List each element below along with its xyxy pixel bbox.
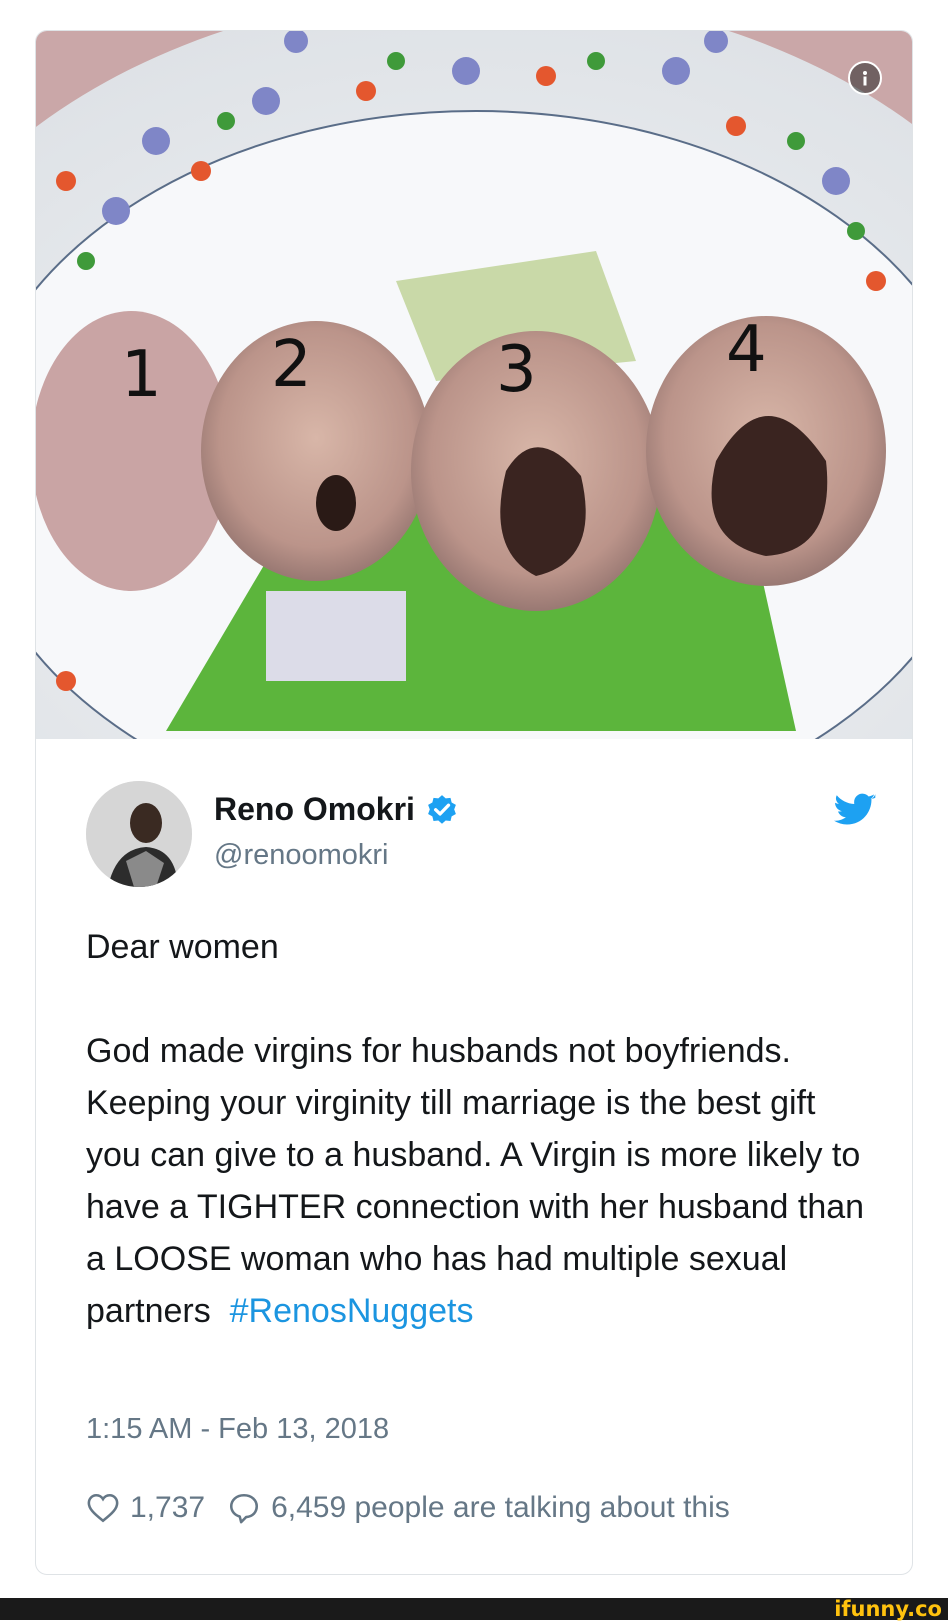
- tweet-photo[interactable]: 1 2 3 4: [36, 31, 912, 739]
- user-handle[interactable]: @renoomokri: [214, 839, 389, 872]
- comment-bubble-icon: [230, 1493, 259, 1524]
- slice-label-4: 4: [726, 313, 767, 387]
- tweet-header: Reno Omokri @renoomokri: [86, 781, 876, 891]
- slice-label-1: 1: [121, 338, 162, 412]
- hashtag-link[interactable]: #RenosNuggets: [230, 1292, 474, 1330]
- tweet-body: Dear women God made virgins for husbands…: [86, 928, 865, 1330]
- tweet-actions: 1,737 6,459 people are talking about thi…: [86, 1491, 752, 1525]
- tweet-text: Dear women God made virgins for husbands…: [86, 921, 866, 1337]
- heart-icon: [87, 1493, 119, 1523]
- reply-button[interactable]: 6,459 people are talking about this: [227, 1491, 730, 1525]
- author-name-row[interactable]: Reno Omokri: [214, 791, 459, 828]
- slice-label-2: 2: [271, 328, 312, 402]
- tweet-timestamp[interactable]: 1:15 AM - Feb 13, 2018: [86, 1413, 389, 1446]
- watermark-logo: ifunny.co: [834, 1597, 942, 1621]
- slice-label-3: 3: [496, 333, 537, 407]
- fish-on-plate-image: 1 2 3 4: [36, 31, 912, 739]
- conversation-count-text: 6,459 people are talking about this: [271, 1491, 730, 1524]
- info-icon[interactable]: [848, 61, 882, 95]
- twitter-bird-icon[interactable]: [834, 793, 876, 829]
- watermark-bar: ifunny.co: [0, 1598, 948, 1620]
- tweet-card: 1 2 3 4 Reno Omokri @renoomokri Dear wom…: [35, 30, 913, 1575]
- display-name[interactable]: Reno Omokri: [214, 791, 415, 828]
- like-button[interactable]: 1,737: [86, 1491, 205, 1525]
- verified-badge-icon: [428, 794, 456, 824]
- like-count: 1,737: [130, 1491, 206, 1524]
- avatar[interactable]: [86, 781, 192, 887]
